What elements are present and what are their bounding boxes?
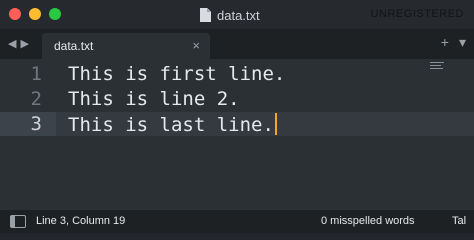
line-text: This is last line.	[68, 114, 274, 136]
tab-actions: + ▾	[441, 34, 466, 51]
tab-bar: ◀ ▶ data.txt × + ▾	[0, 29, 474, 59]
tab-data-txt[interactable]: data.txt ×	[42, 33, 210, 59]
tab-navigation: ◀ ▶	[8, 37, 29, 50]
line-gutter: 2	[0, 87, 56, 111]
line-text-wrapper: This is last line.	[68, 113, 277, 136]
editor-window: data.txt UNREGISTERED ◀ ▶ data.txt × + ▾…	[0, 0, 474, 233]
forward-arrow-icon[interactable]: ▶	[20, 37, 28, 50]
minimize-window-button[interactable]	[29, 8, 41, 20]
title-bar: data.txt UNREGISTERED	[0, 0, 474, 29]
line-number: 2	[30, 88, 42, 110]
indentation-setting[interactable]: Tal	[452, 215, 466, 227]
status-bar: Line 3, Column 19 0 misspelled words Tal	[0, 210, 474, 233]
license-status: UNREGISTERED	[370, 8, 464, 20]
code-line[interactable]: 1 This is first line.	[0, 62, 474, 86]
text-cursor	[274, 113, 277, 135]
sidebar-toggle-icon[interactable]	[10, 215, 26, 228]
back-arrow-icon[interactable]: ◀	[8, 37, 16, 50]
editor-area[interactable]: 1 This is first line. 2 This is line 2. …	[0, 59, 474, 210]
window-title: data.txt	[200, 6, 260, 24]
zoom-window-button[interactable]	[49, 8, 61, 20]
close-window-button[interactable]	[9, 8, 21, 20]
line-text: This is line 2.	[68, 88, 240, 110]
chevron-down-icon[interactable]: ▾	[459, 34, 466, 51]
line-number: 3	[30, 113, 42, 135]
line-gutter: 3	[0, 112, 56, 136]
current-code-line[interactable]: 3 This is last line.	[0, 112, 474, 136]
close-tab-icon[interactable]: ×	[192, 38, 200, 53]
new-tab-icon[interactable]: +	[441, 34, 449, 51]
cursor-position: Line 3, Column 19	[36, 215, 126, 227]
minimap[interactable]	[430, 62, 444, 69]
code-line[interactable]: 2 This is line 2.	[0, 87, 474, 111]
tab-label: data.txt	[54, 39, 94, 53]
spellcheck-status[interactable]: 0 misspelled words	[321, 215, 415, 227]
line-number: 1	[30, 63, 42, 85]
line-text: This is first line.	[68, 63, 286, 85]
window-title-text: data.txt	[217, 7, 260, 23]
file-icon	[200, 8, 211, 22]
line-gutter: 1	[0, 62, 56, 86]
